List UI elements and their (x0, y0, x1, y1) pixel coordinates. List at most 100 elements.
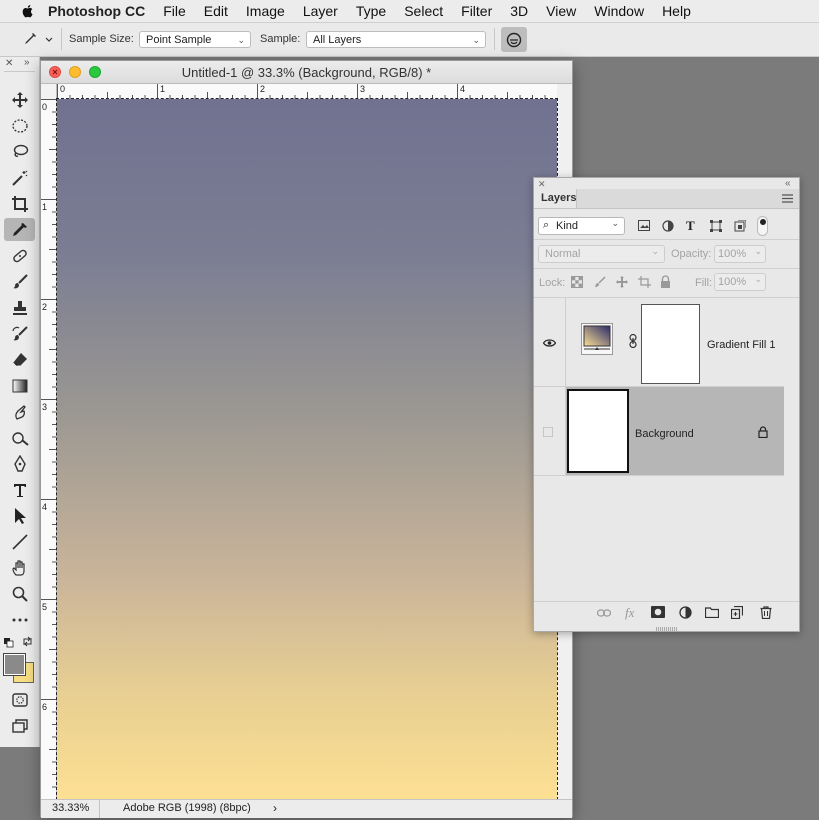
opacity-label: Opacity: (671, 248, 712, 260)
move-tool[interactable] (4, 88, 35, 111)
pen-tool[interactable] (4, 452, 35, 475)
move-icon (11, 91, 28, 108)
panel-menu-icon[interactable] (782, 194, 793, 203)
blur-tool[interactable] (4, 400, 35, 423)
screen-mode-button[interactable] (4, 714, 35, 737)
layers-panel: ✕ « Layers ⌕ Kind ⌄ T Normal ⌄ Opacity: … (533, 177, 800, 632)
line-icon (11, 533, 28, 550)
ruler-origin[interactable] (41, 84, 57, 100)
filter-toggle[interactable] (757, 216, 768, 236)
lock-transparent-pixels-icon[interactable] (571, 276, 583, 288)
layer-mask-thumbnail[interactable] (641, 304, 700, 384)
menu-type[interactable]: Type (356, 3, 386, 19)
eyedropper-tool[interactable] (4, 218, 35, 241)
layer-name[interactable]: Background (635, 428, 694, 440)
ruler-label: 1 (160, 84, 166, 94)
divider (61, 28, 62, 50)
link-layers-icon[interactable] (597, 608, 611, 618)
sample-size-select[interactable]: Point Sample ⌄ (139, 31, 251, 48)
gradient-tool[interactable] (4, 374, 35, 397)
tool-preset-picker[interactable] (20, 31, 56, 49)
lock-artboard-icon[interactable] (638, 276, 651, 288)
background-layer-thumbnail[interactable] (567, 389, 629, 473)
brush-tool[interactable] (4, 270, 35, 293)
menu-file[interactable]: File (163, 3, 186, 19)
document-title-bar[interactable]: Untitled-1 @ 33.3% (Background, RGB/8) * (41, 61, 572, 84)
menu-filter[interactable]: Filter (461, 3, 492, 19)
opacity-value: 100% (718, 248, 747, 260)
menu-view[interactable]: View (546, 3, 576, 19)
lock-image-pixels-icon[interactable] (594, 276, 606, 288)
adjustment-layer-icon[interactable] (679, 606, 692, 619)
gradient-fill-thumbnail[interactable] (581, 323, 613, 355)
collapse-icon[interactable]: « (785, 178, 791, 189)
lock-position-icon[interactable] (616, 276, 628, 288)
type-layer-filter-icon[interactable]: T (686, 218, 695, 234)
menu-3d[interactable]: 3D (510, 3, 528, 19)
more-tools-button[interactable] (4, 608, 35, 631)
marquee-tool[interactable] (4, 114, 35, 137)
clone-stamp-tool[interactable] (4, 296, 35, 319)
eraser-tool[interactable] (4, 348, 35, 371)
line-tool[interactable] (4, 530, 35, 553)
menu-layer[interactable]: Layer (303, 3, 338, 19)
app-name-menu[interactable]: Photoshop CC (48, 3, 145, 19)
type-tool[interactable] (4, 478, 35, 501)
adjustment-layer-filter-icon[interactable] (662, 220, 674, 232)
layer-row-gradient-fill[interactable]: Gradient Fill 1 (534, 298, 784, 387)
document-canvas[interactable] (56, 98, 558, 800)
menu-help[interactable]: Help (662, 3, 691, 19)
shape-layer-filter-icon[interactable] (710, 220, 722, 232)
pixel-layer-filter-icon[interactable] (638, 220, 650, 231)
sample-select[interactable]: All Layers ⌄ (306, 31, 486, 48)
chevron-right-icon[interactable]: › (273, 801, 277, 815)
lock-all-icon[interactable] (660, 275, 671, 288)
toggle-knob (760, 219, 766, 225)
menu-window[interactable]: Window (594, 3, 644, 19)
quick-mask-button[interactable] (4, 688, 35, 711)
layer-name[interactable]: Gradient Fill 1 (707, 339, 775, 351)
fill-field[interactable]: 100% ⌄ (714, 273, 766, 291)
close-icon[interactable]: ✕ (5, 58, 13, 69)
zoom-tool[interactable] (4, 582, 35, 605)
layer-filter-select[interactable]: ⌕ Kind ⌄ (538, 217, 625, 235)
lasso-icon (13, 144, 28, 157)
dodge-tool[interactable] (4, 426, 35, 449)
horizontal-ruler[interactable]: 0 1 2 3 4 (57, 84, 557, 100)
menu-bar: Photoshop CC File Edit Image Layer Type … (0, 0, 819, 23)
sample-ring-button[interactable] (501, 27, 527, 52)
expand-icon[interactable]: » (24, 57, 30, 68)
vertical-ruler[interactable]: 0 1 2 3 4 5 6 (41, 99, 57, 799)
opacity-field[interactable]: 100% ⌄ (714, 245, 766, 263)
apple-icon[interactable] (20, 3, 36, 19)
trash-icon[interactable] (760, 606, 772, 619)
smart-object-filter-icon[interactable] (734, 220, 746, 232)
resize-grip[interactable] (656, 627, 678, 631)
menu-image[interactable]: Image (246, 3, 285, 19)
swap-colors-icon[interactable] (22, 636, 33, 647)
stamp-icon (12, 300, 27, 315)
layer-row-background[interactable]: Background (534, 387, 784, 476)
foreground-color-swatch[interactable] (3, 653, 26, 676)
lasso-tool[interactable] (4, 140, 35, 163)
hand-tool[interactable] (4, 556, 35, 579)
history-brush-tool[interactable] (4, 322, 35, 345)
visibility-toggle[interactable] (534, 387, 566, 475)
new-layer-icon[interactable] (731, 606, 743, 619)
visibility-off-box (543, 427, 553, 437)
layer-effects-icon[interactable]: fx (625, 605, 634, 621)
blend-mode-select[interactable]: Normal ⌄ (538, 245, 665, 263)
magic-wand-tool[interactable] (4, 166, 35, 189)
zoom-level-field[interactable]: 33.33% (52, 802, 89, 814)
visibility-toggle[interactable] (534, 298, 566, 386)
new-group-folder-icon[interactable] (705, 606, 719, 618)
default-colors-icon[interactable] (4, 637, 14, 648)
crop-tool[interactable] (4, 192, 35, 215)
link-chain-icon[interactable] (629, 334, 637, 348)
menu-edit[interactable]: Edit (204, 3, 228, 19)
path-selection-tool[interactable] (4, 504, 35, 527)
tab-layers[interactable]: Layers (534, 189, 577, 208)
menu-select[interactable]: Select (404, 3, 443, 19)
healing-brush-tool[interactable] (4, 244, 35, 267)
add-mask-icon[interactable] (651, 606, 665, 618)
